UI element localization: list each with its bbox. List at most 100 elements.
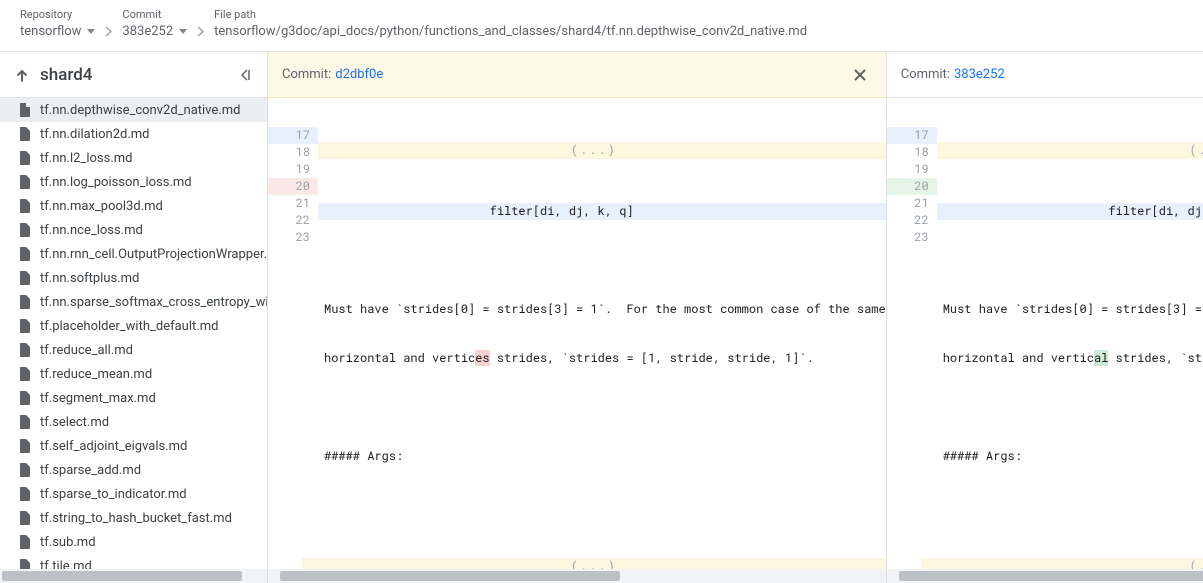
file-item[interactable]: tf.sub.md xyxy=(0,530,267,554)
code-line: ##### Args: xyxy=(921,448,1203,465)
file-item[interactable]: tf.nn.depthwise_conv2d_native.md xyxy=(0,98,267,122)
file-item[interactable]: tf.nn.log_poisson_loss.md xyxy=(0,170,267,194)
file-item[interactable]: tf.sparse_add.md xyxy=(0,458,267,482)
file-label: tf.nn.sparse_softmax_cross_entropy_with_… xyxy=(40,295,267,310)
file-label: tf.nn.softplus.md xyxy=(40,271,139,286)
file-icon xyxy=(18,198,32,214)
file-item[interactable]: tf.nn.rnn_cell.OutputProjectionWrapper.m… xyxy=(0,242,267,266)
file-item[interactable]: tf.nn.l2_loss.md xyxy=(0,146,267,170)
right-code[interactable]: 17 18 19 20 21 22 23 (...) filter[di, dj… xyxy=(887,98,1203,569)
file-label: tf.reduce_all.md xyxy=(40,343,133,358)
code-line: Must have `strides[0] = strides[3] = 1`.… xyxy=(302,301,886,318)
breadcrumb: Repository tensorflow Commit 383e252 Fil… xyxy=(0,0,1203,52)
path-value: tensorflow/g3doc/api_docs/python/functio… xyxy=(214,24,807,39)
file-item[interactable]: tf.select.md xyxy=(0,410,267,434)
code-line: Must have `strides[0] = strides[3] = 1`.… xyxy=(921,301,1203,318)
fold-indicator[interactable]: (...) xyxy=(921,142,1203,159)
file-icon xyxy=(18,462,32,478)
diff-panes: Commit: d2dbf0e 17 18 19 20 21 22 23 xyxy=(268,52,1203,583)
file-icon xyxy=(18,342,32,358)
file-label: tf.nn.max_pool3d.md xyxy=(40,199,163,214)
code-line: filter[di, dj, k, q] xyxy=(921,203,1203,220)
close-icon[interactable] xyxy=(848,63,872,87)
file-item[interactable]: tf.nn.nce_loss.md xyxy=(0,218,267,242)
left-hscroll[interactable] xyxy=(268,569,886,583)
file-item[interactable]: tf.placeholder_with_default.md xyxy=(0,314,267,338)
code-line xyxy=(302,497,886,514)
dropdown-icon[interactable] xyxy=(179,29,187,34)
right-hscroll[interactable] xyxy=(887,569,1203,583)
path-crumb: File path tensorflow/g3doc/api_docs/pyth… xyxy=(214,8,807,39)
fold-indicator[interactable]: (...) xyxy=(921,558,1203,569)
file-icon xyxy=(18,534,32,550)
file-label: tf.nn.log_poisson_loss.md xyxy=(40,175,192,190)
repo-crumb[interactable]: Repository tensorflow xyxy=(20,8,95,39)
file-icon xyxy=(18,438,32,454)
path-label: File path xyxy=(214,8,807,21)
sidebar-hscroll[interactable] xyxy=(0,569,267,583)
line-gutter: 17 18 19 20 21 22 23 xyxy=(268,98,318,246)
commit-value: 383e252 xyxy=(122,24,173,39)
code-line: filter[di, dj, k, q] xyxy=(302,203,886,220)
up-arrow-icon[interactable] xyxy=(14,67,30,83)
file-item[interactable]: tf.sparse_to_indicator.md xyxy=(0,482,267,506)
file-label: tf.sparse_add.md xyxy=(40,463,141,478)
file-icon xyxy=(18,366,32,382)
repo-label: Repository xyxy=(20,8,95,21)
code-line xyxy=(921,252,1203,269)
file-icon xyxy=(18,270,32,286)
code-line: horizontal and vertices strides, `stride… xyxy=(302,350,886,367)
file-label: tf.sub.md xyxy=(40,535,96,550)
commit-label: Commit xyxy=(122,8,187,21)
file-label: tf.tile.md xyxy=(40,559,92,570)
file-icon xyxy=(18,318,32,334)
file-label: tf.nn.rnn_cell.OutputProjectionWrapper.m… xyxy=(40,247,267,262)
file-icon xyxy=(18,414,32,430)
file-icon xyxy=(18,294,32,310)
file-label: tf.reduce_mean.md xyxy=(40,367,152,382)
file-icon xyxy=(18,390,32,406)
file-item[interactable]: tf.string_to_hash_bucket_fast.md xyxy=(0,506,267,530)
file-icon xyxy=(18,222,32,238)
code-line xyxy=(302,399,886,416)
commit-link[interactable]: 383e252 xyxy=(954,67,1005,82)
chevron-right-icon xyxy=(197,26,204,37)
file-label: tf.segment_max.md xyxy=(40,391,156,406)
file-icon xyxy=(18,510,32,526)
file-label: tf.sparse_to_indicator.md xyxy=(40,487,187,502)
fold-indicator[interactable]: (...) xyxy=(302,558,886,569)
file-item[interactable]: tf.reduce_mean.md xyxy=(0,362,267,386)
file-icon xyxy=(18,486,32,502)
code-lines: (...) filter[di, dj, k, q] Must have `st… xyxy=(921,98,1203,569)
left-pane-header: Commit: d2dbf0e xyxy=(268,52,886,98)
file-label: tf.string_to_hash_bucket_fast.md xyxy=(40,511,232,526)
file-item[interactable]: tf.tile.md xyxy=(0,554,267,569)
file-item[interactable]: tf.nn.dilation2d.md xyxy=(0,122,267,146)
dropdown-icon[interactable] xyxy=(87,29,95,34)
file-icon xyxy=(18,126,32,142)
sidebar-header: shard4 xyxy=(0,52,267,98)
code-line: horizontal and vertical strides, `stride… xyxy=(921,350,1203,367)
collapse-icon[interactable] xyxy=(237,67,253,83)
left-code[interactable]: 17 18 19 20 21 22 23 (...) filter[di, dj… xyxy=(268,98,886,569)
right-pane: Commit: 383e252 HISTORY 17 18 19 20 21 2… xyxy=(887,52,1203,583)
file-item[interactable]: tf.nn.sparse_softmax_cross_entropy_with_… xyxy=(0,290,267,314)
file-icon xyxy=(18,102,32,118)
code-line xyxy=(921,497,1203,514)
chevron-right-icon xyxy=(105,26,112,37)
fold-indicator[interactable]: (...) xyxy=(302,142,886,159)
file-icon xyxy=(18,174,32,190)
file-list[interactable]: tf.nn.depthwise_conv2d_native.md tf.nn.d… xyxy=(0,98,267,569)
repo-value: tensorflow xyxy=(20,24,81,39)
file-item[interactable]: tf.segment_max.md xyxy=(0,386,267,410)
commit-crumb[interactable]: Commit 383e252 xyxy=(122,8,187,39)
file-item[interactable]: tf.nn.softplus.md xyxy=(0,266,267,290)
file-item[interactable]: tf.reduce_all.md xyxy=(0,338,267,362)
commit-label: Commit: xyxy=(282,67,331,82)
file-label: tf.nn.nce_loss.md xyxy=(40,223,143,238)
commit-link[interactable]: d2dbf0e xyxy=(335,67,383,82)
right-pane-header: Commit: 383e252 HISTORY xyxy=(887,52,1203,98)
file-item[interactable]: tf.nn.max_pool3d.md xyxy=(0,194,267,218)
commit-label: Commit: xyxy=(901,67,950,82)
file-item[interactable]: tf.self_adjoint_eigvals.md xyxy=(0,434,267,458)
